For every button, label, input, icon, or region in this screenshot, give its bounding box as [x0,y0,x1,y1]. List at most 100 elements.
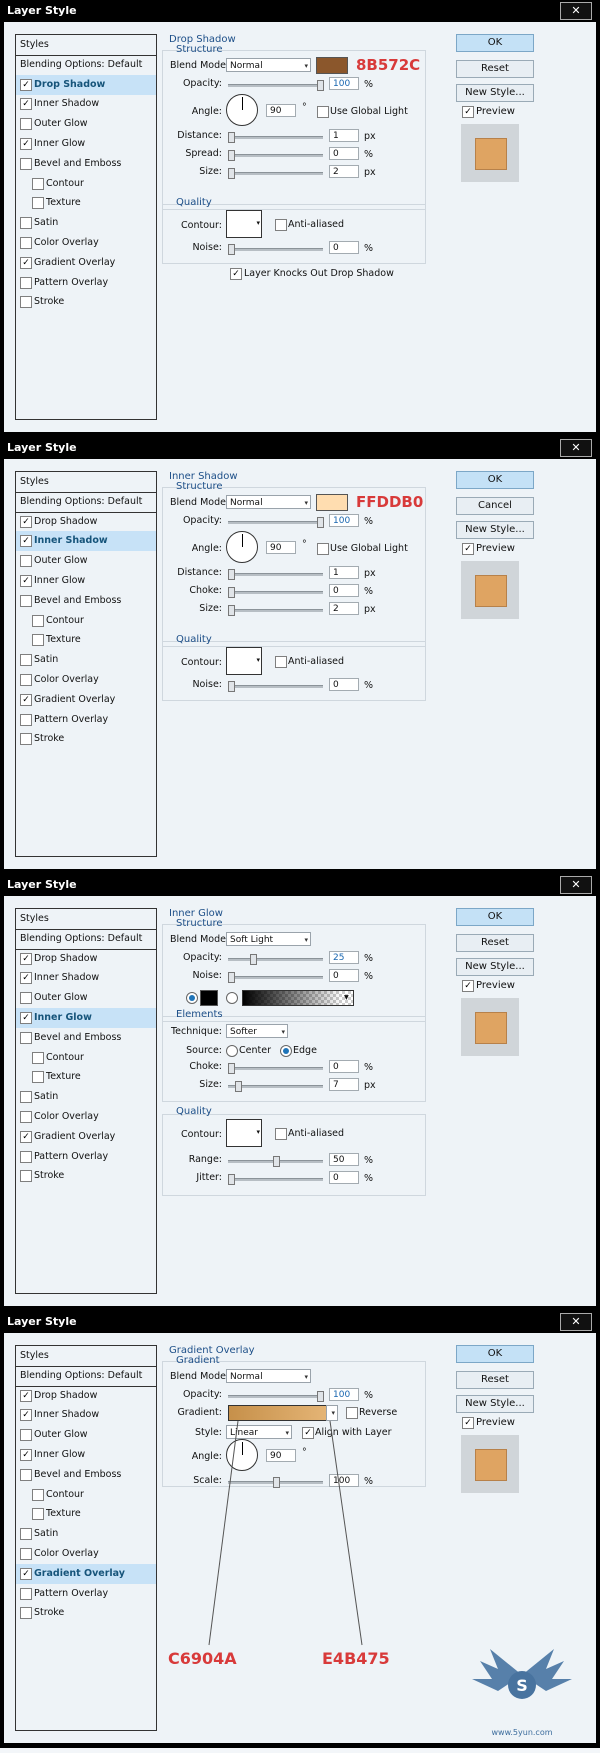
slider-thumb[interactable] [228,132,235,143]
style-checkbox[interactable]: ✓ [20,515,32,528]
noise-input[interactable]: 0 [329,241,359,254]
style-item-bevel-and-emboss[interactable]: Bevel and Emboss [16,154,156,174]
new-style-button[interactable]: New Style... [456,84,534,102]
style-item-stroke[interactable]: Stroke [16,292,156,312]
style-item-inner-shadow[interactable]: ✓ Inner Shadow [16,94,156,114]
style-checkbox[interactable] [20,1170,32,1183]
style-item-bevel-and-emboss[interactable]: Bevel and Emboss [16,591,156,611]
style-checkbox[interactable]: ✓ [20,138,32,150]
style-checkbox[interactable] [20,118,32,131]
knockout-checkbox[interactable]: ✓ [230,268,242,280]
style-checkbox[interactable]: ✓ [20,1389,32,1402]
glow-gradient-picker[interactable] [242,990,354,1006]
style-item-gradient-overlay[interactable]: ✓ Gradient Overlay [16,253,156,273]
style-checkbox[interactable] [32,1508,44,1521]
opacity-slider[interactable] [228,80,324,91]
style-item-pattern-overlay[interactable]: Pattern Overlay [16,710,156,730]
slider-thumb[interactable] [228,681,235,692]
style-item-satin[interactable]: Satin [16,650,156,670]
reset-button[interactable]: Reset [456,934,534,952]
size-input[interactable]: 7 [329,1078,359,1091]
new-style-button[interactable]: New Style... [456,521,534,539]
contour-picker[interactable]: ▾ [226,210,262,238]
style-item-drop-shadow[interactable]: ✓ Drop Shadow [16,512,156,532]
opacity-input[interactable]: 100 [329,77,359,90]
slider-thumb[interactable] [272,1156,280,1167]
style-checkbox[interactable]: ✓ [20,1130,32,1143]
style-checkbox[interactable] [32,177,44,190]
style-checkbox[interactable]: ✓ [20,1409,32,1422]
contour-picker[interactable]: ▾ [226,1119,262,1147]
style-item-texture[interactable]: Texture [16,193,156,213]
style-item-pattern-overlay[interactable]: Pattern Overlay [16,273,156,293]
style-checkbox[interactable]: ✓ [20,78,32,91]
style-item-satin[interactable]: Satin [16,1087,156,1107]
jitter-slider[interactable] [228,1174,323,1185]
blend-mode-select[interactable]: Normal ▾ [226,495,311,509]
style-checkbox[interactable] [20,1429,32,1442]
style-item-bevel-and-emboss[interactable]: Bevel and Emboss [16,1465,156,1485]
global-light-checkbox[interactable] [317,106,329,118]
slider-thumb[interactable] [228,587,235,598]
slider-thumb[interactable] [250,954,258,965]
style-checkbox[interactable]: ✓ [20,1567,32,1580]
style-item-outer-glow[interactable]: Outer Glow [16,551,156,571]
style-checkbox[interactable] [20,1468,32,1481]
style-item-inner-shadow[interactable]: ✓ Inner Shadow [16,968,156,988]
style-checkbox[interactable] [32,1488,44,1501]
style-item-satin[interactable]: Satin [16,213,156,233]
style-item-inner-glow[interactable]: ✓ Inner Glow [16,571,156,591]
style-item-drop-shadow[interactable]: ✓ Drop Shadow [16,949,156,969]
style-checkbox[interactable] [20,555,32,568]
global-light-checkbox[interactable] [317,543,329,555]
style-item-pattern-overlay[interactable]: Pattern Overlay [16,1584,156,1604]
style-checkbox[interactable] [20,1607,32,1620]
opacity-slider[interactable] [228,954,323,965]
style-item-drop-shadow[interactable]: ✓ Drop Shadow [16,74,156,95]
style-item-bevel-and-emboss[interactable]: Bevel and Emboss [16,1028,156,1048]
opacity-input[interactable]: 100 [329,514,359,527]
angle-input[interactable]: 90 [266,104,296,117]
close-button[interactable]: ✕ [560,439,592,457]
close-button[interactable]: ✕ [560,2,592,20]
glow-color-swatch[interactable] [200,990,218,1006]
noise-slider[interactable] [228,244,323,255]
spread-input[interactable]: 0 [329,147,359,160]
style-item-satin[interactable]: Satin [16,1524,156,1544]
style-checkbox[interactable] [20,217,32,230]
style-item-pattern-overlay[interactable]: Pattern Overlay [16,1147,156,1167]
style-item-inner-glow[interactable]: ✓ Inner Glow [16,1008,156,1028]
style-item-inner-shadow[interactable]: ✓ Inner Shadow [16,1405,156,1425]
style-checkbox[interactable] [20,237,32,249]
style-checkbox[interactable] [32,634,44,647]
ok-button[interactable]: OK [456,908,534,926]
noise-slider[interactable] [228,681,323,692]
style-item-outer-glow[interactable]: Outer Glow [16,114,156,134]
anti-aliased-checkbox[interactable] [275,1128,287,1140]
style-item-color-overlay[interactable]: Color Overlay [16,1107,156,1127]
preview-checkbox[interactable]: ✓ [462,106,474,118]
style-item-color-overlay[interactable]: Color Overlay [16,670,156,690]
style-item-stroke[interactable]: Stroke [16,1603,156,1623]
opacity-input[interactable]: 25 [329,951,359,964]
style-checkbox[interactable] [20,713,32,726]
angle-dial[interactable] [226,531,258,563]
slider-thumb[interactable] [228,569,235,580]
distance-slider[interactable] [228,132,323,143]
noise-input[interactable]: 0 [329,678,359,691]
blending-options-item[interactable]: Blending Options: Default [16,55,156,76]
style-checkbox[interactable]: ✓ [20,1449,32,1461]
style-item-gradient-overlay[interactable]: ✓ Gradient Overlay [16,1563,156,1584]
contour-picker[interactable]: ▾ [226,647,262,675]
ok-button[interactable]: OK [456,471,534,489]
slider-thumb[interactable] [228,1174,235,1185]
slider-thumb[interactable] [228,1063,235,1074]
styles-header[interactable]: Styles [16,1346,156,1367]
reset-button[interactable]: Reset [456,60,534,78]
style-item-color-overlay[interactable]: Color Overlay [16,233,156,253]
ok-button[interactable]: OK [456,1345,534,1363]
opacity-input[interactable]: 100 [329,1388,359,1401]
preview-checkbox[interactable]: ✓ [462,980,474,992]
shadow-color-swatch[interactable] [316,494,348,511]
close-button[interactable]: ✕ [560,876,592,894]
